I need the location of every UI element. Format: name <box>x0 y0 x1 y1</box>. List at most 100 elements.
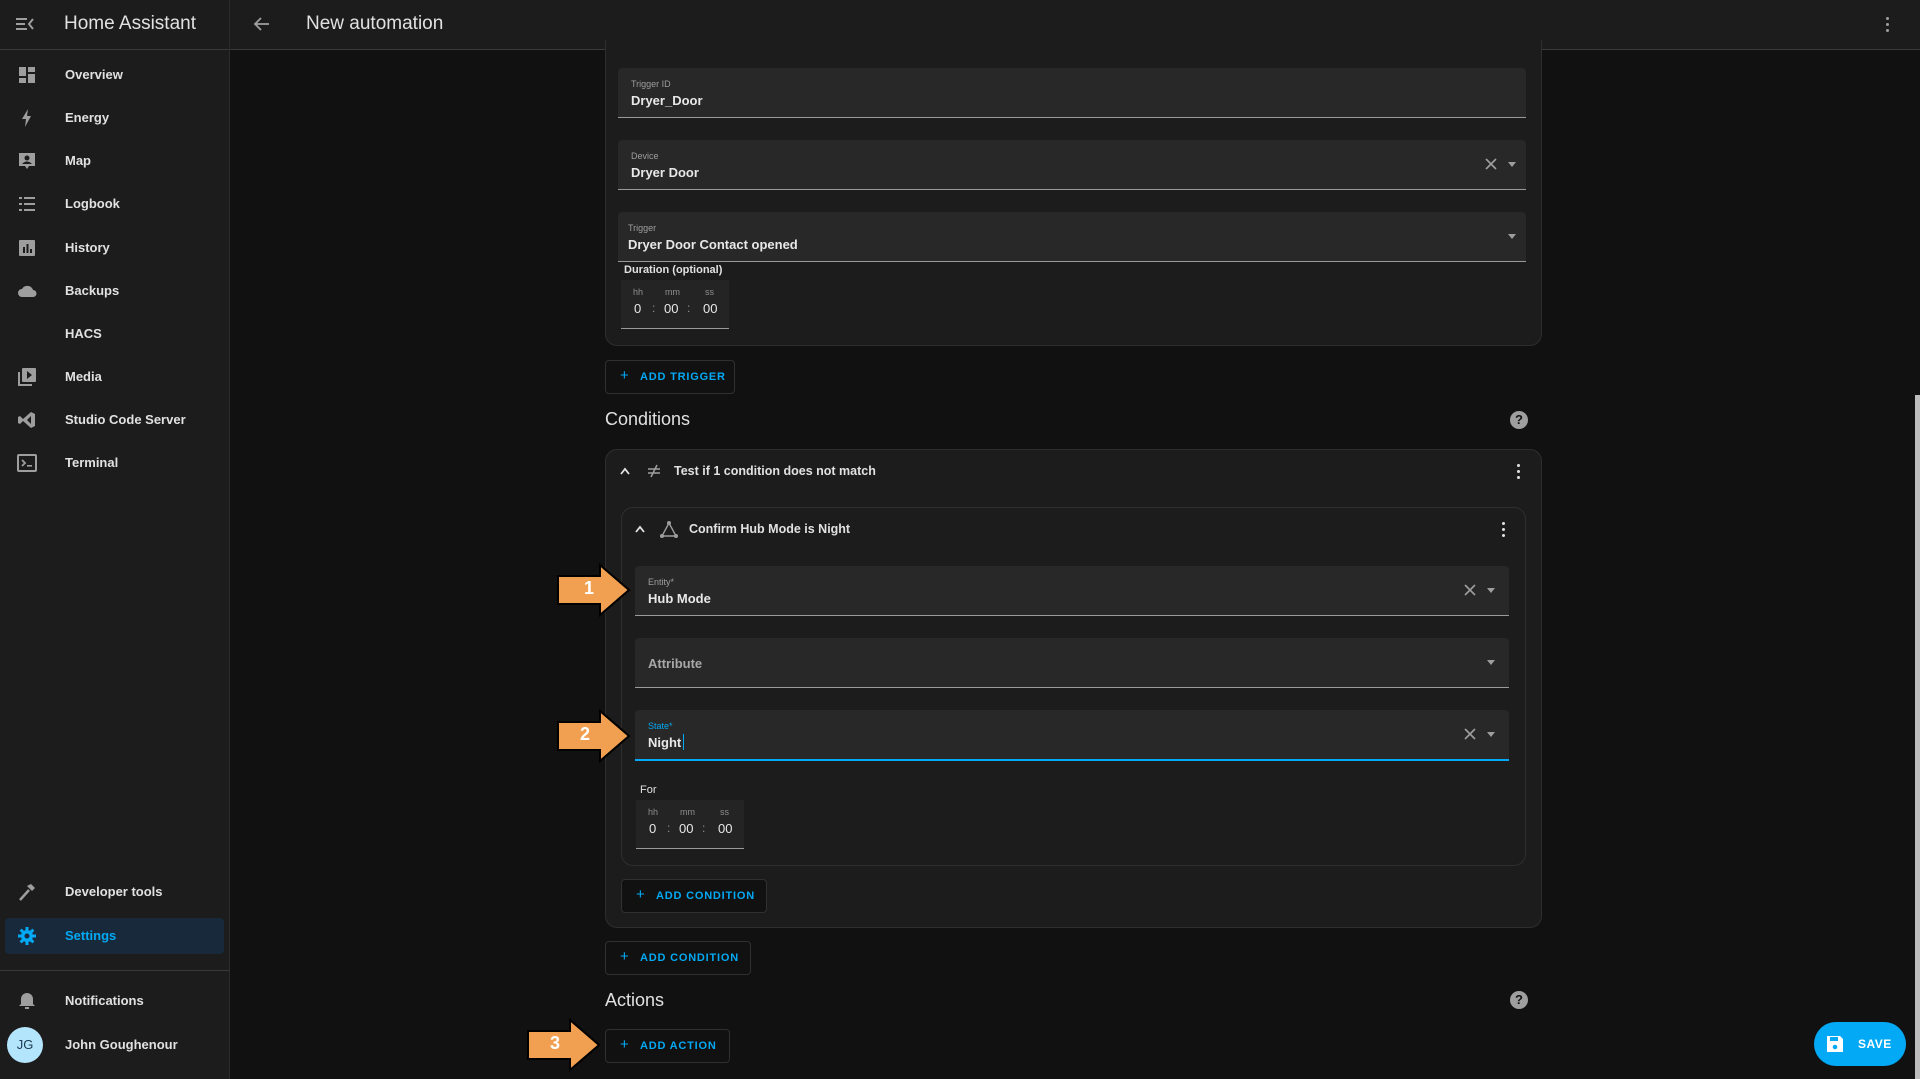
chevron-down-icon[interactable] <box>1508 234 1516 239</box>
hours-input[interactable]: 0 <box>634 301 641 316</box>
sidebar-item-label: Media <box>65 369 102 384</box>
sidebar-item-history[interactable]: History <box>5 230 224 266</box>
sidebar-item-hacs[interactable]: HACS <box>5 316 224 352</box>
sidebar-item-terminal[interactable]: Terminal <box>5 445 224 481</box>
plus-icon: + <box>620 948 629 965</box>
content-save-icon <box>1827 1036 1843 1052</box>
dots-vertical-icon[interactable] <box>1886 17 1890 33</box>
hours-input[interactable]: 0 <box>649 821 656 836</box>
entity-field[interactable]: Entity* Hub Mode <box>635 566 1509 616</box>
add-trigger-button[interactable]: + ADD TRIGGER <box>605 360 735 394</box>
sidebar-item-studio-code-server[interactable]: Studio Code Server <box>5 402 224 438</box>
close-icon[interactable] <box>1463 583 1477 597</box>
annotation-arrow-2: 2 <box>556 709 632 763</box>
sidebar-item-media[interactable]: Media <box>5 359 224 395</box>
plus-icon: + <box>636 886 645 903</box>
sidebar-item-label: Map <box>65 153 91 168</box>
sidebar-item-label: Developer tools <box>65 884 163 899</box>
scrollbar-thumb[interactable] <box>1915 395 1920 1079</box>
for-picker[interactable]: hh mm ss 0 : 00 : 00 <box>636 800 744 849</box>
chevron-up-icon[interactable] <box>634 524 646 534</box>
colon: : <box>702 821 706 835</box>
help-icon[interactable]: ? <box>1510 991 1528 1009</box>
sidebar-item-overview[interactable]: Overview <box>5 57 224 93</box>
sidebar-item-label: Overview <box>65 67 123 82</box>
add-nested-condition-button[interactable]: + ADD CONDITION <box>621 879 767 913</box>
sidebar-item-logbook[interactable]: Logbook <box>5 186 224 222</box>
sidebar-item-notifications[interactable]: Notifications <box>5 983 224 1019</box>
trigger-value: Dryer Door Contact opened <box>628 237 798 252</box>
state-field[interactable]: State* Night <box>635 710 1509 761</box>
attribute-field[interactable]: Attribute <box>635 638 1509 688</box>
trigger-card: Trigger ID Dryer_Door Device Dryer Door … <box>605 40 1542 346</box>
sidebar-divider <box>0 970 229 971</box>
sidebar-item-label: Logbook <box>65 196 120 211</box>
minutes-input[interactable]: 00 <box>679 821 693 836</box>
close-icon[interactable] <box>1463 727 1477 741</box>
add-action-button[interactable]: + ADD ACTION <box>605 1029 730 1063</box>
sidebar: Home Assistant Overview Energy Map Logbo… <box>0 0 230 1079</box>
device-field[interactable]: Device Dryer Door <box>618 140 1526 190</box>
menu-collapse-icon[interactable] <box>15 16 35 32</box>
ss-label: ss <box>720 807 729 817</box>
sidebar-item-backups[interactable]: Backups <box>5 273 224 309</box>
duration-label: Duration (optional) <box>624 264 723 276</box>
conditions-heading: Conditions <box>605 409 691 429</box>
entity-label: Entity* <box>648 577 675 587</box>
sidebar-item-map[interactable]: Map <box>5 143 224 179</box>
trigger-id-field[interactable]: Trigger ID Dryer_Door <box>618 68 1526 118</box>
hammer-icon <box>19 884 35 901</box>
dots-vertical-icon[interactable] <box>1517 464 1521 480</box>
chart-box-icon <box>19 240 35 256</box>
actions-heading: Actions <box>605 990 665 1010</box>
dots-vertical-icon[interactable] <box>1502 522 1506 538</box>
page-title: New automation <box>306 13 444 34</box>
chevron-down-icon[interactable] <box>1508 162 1516 167</box>
colon: : <box>687 301 691 315</box>
add-condition-label: ADD CONDITION <box>640 952 740 964</box>
chevron-down-icon[interactable] <box>1487 660 1495 665</box>
add-trigger-label: ADD TRIGGER <box>640 371 726 383</box>
format-list-icon <box>19 197 35 211</box>
mm-label: mm <box>680 807 695 817</box>
seconds-input[interactable]: 00 <box>718 821 732 836</box>
device-label: Device <box>631 151 659 161</box>
sidebar-item-settings[interactable]: Settings <box>5 918 224 954</box>
annotation-number: 1 <box>584 578 595 598</box>
sidebar-item-label: HACS <box>65 326 102 341</box>
hh-label: hh <box>633 287 644 297</box>
annotation-arrow-1: 1 <box>556 563 632 617</box>
seconds-input[interactable]: 00 <box>703 301 717 316</box>
vscode-icon <box>18 412 35 428</box>
trigger-select[interactable]: Trigger Dryer Door Contact opened <box>618 212 1526 262</box>
device-value: Dryer Door <box>631 165 699 180</box>
attribute-placeholder: Attribute <box>648 656 703 671</box>
state-label: State* <box>648 721 673 731</box>
text-cursor <box>683 734 684 750</box>
sidebar-item-label: Notifications <box>65 993 144 1008</box>
add-action-label: ADD ACTION <box>640 1040 717 1052</box>
add-condition-button[interactable]: + ADD CONDITION <box>605 941 751 975</box>
minutes-input[interactable]: 00 <box>664 301 678 316</box>
lightning-bolt-icon <box>22 109 31 127</box>
help-icon[interactable]: ? <box>1510 411 1528 429</box>
chevron-down-icon[interactable] <box>1487 732 1495 737</box>
arrow-left-icon[interactable] <box>253 15 271 33</box>
ss-label: ss <box>705 287 714 297</box>
chevron-down-icon[interactable] <box>1487 588 1495 593</box>
save-label: SAVE <box>1858 1037 1892 1051</box>
annotation-number: 3 <box>550 1033 561 1053</box>
sidebar-item-energy[interactable]: Energy <box>5 100 224 136</box>
duration-picker[interactable]: hh mm ss 0 : 00 : 00 <box>621 280 729 329</box>
not-equal-icon <box>648 464 660 478</box>
mm-label: mm <box>665 287 680 297</box>
chevron-up-icon[interactable] <box>619 466 631 476</box>
sidebar-item-user[interactable]: JG John Goughenour <box>5 1027 224 1063</box>
condition-title: Confirm Hub Mode is Night <box>689 522 851 536</box>
save-button[interactable]: SAVE <box>1814 1022 1906 1066</box>
trigger-id-label: Trigger ID <box>631 79 671 89</box>
user-name: John Goughenour <box>65 1037 178 1052</box>
annotation-arrow-3: 3 <box>526 1018 602 1072</box>
close-icon[interactable] <box>1484 157 1498 171</box>
sidebar-item-developer-tools[interactable]: Developer tools <box>5 874 224 910</box>
